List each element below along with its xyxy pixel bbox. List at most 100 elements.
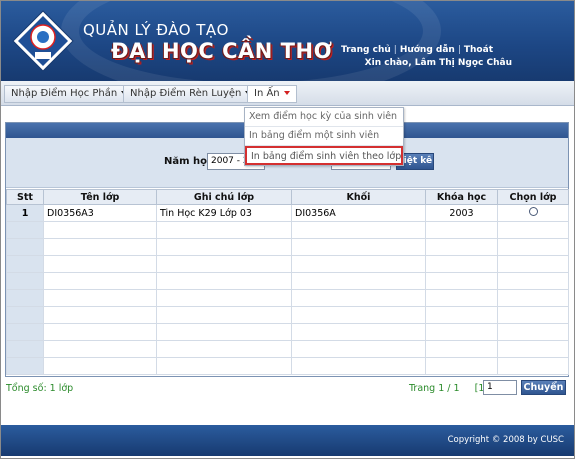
col-select: Chọn lớp [497, 189, 569, 205]
link-logout[interactable]: Thoát [461, 45, 496, 55]
empty-cell [497, 323, 569, 341]
table-header-row: Stt Tên lớp Ghi chú lớp Khối Khóa học Ch… [6, 189, 569, 205]
table-row-empty [6, 255, 569, 273]
pager: Trang 1 / 1 [1] [409, 383, 488, 394]
menu-item-print-student-transcript[interactable]: In bảng điểm một sinh viên [245, 127, 403, 146]
cell-class-name: DI0356A3 [43, 204, 157, 222]
cell-select [497, 204, 569, 222]
empty-cell [425, 323, 498, 341]
empty-cell [425, 306, 498, 324]
empty-cell [156, 340, 292, 358]
empty-cell [156, 289, 292, 307]
empty-cell [43, 289, 157, 307]
empty-cell [291, 272, 426, 290]
empty-cell [43, 221, 157, 239]
col-stt: Stt [6, 189, 44, 205]
col-class-note: Ghi chú lớp [156, 189, 292, 205]
empty-cell [425, 289, 498, 307]
link-help[interactable]: Hướng dẫn [397, 45, 458, 55]
menu-label: In Ấn [254, 88, 280, 99]
table-row-empty [6, 221, 569, 239]
table-row: 1 DI0356A3 Tin Học K29 Lớp 03 DI0356A 20… [6, 204, 569, 222]
site-footer: Copyright © 2008 by CUSC [1, 425, 574, 456]
menu-item-view-semester-grades[interactable]: Xem điểm học kỳ của sinh viên [245, 108, 403, 127]
empty-cell [43, 255, 157, 273]
top-links: Trang chủ | Hướng dẫn | Thoát [338, 45, 496, 55]
go-to-page-button[interactable]: Chuyển [521, 380, 566, 395]
empty-cell [425, 340, 498, 358]
dropdown-arrow-icon [283, 91, 290, 95]
empty-cell [156, 255, 292, 273]
empty-cell [43, 238, 157, 256]
empty-cell [497, 340, 569, 358]
empty-cell [291, 238, 426, 256]
empty-cell [497, 272, 569, 290]
system-subtitle: QUẢN LÝ ĐÀO TẠO [83, 21, 229, 39]
menu-label: Nhập Điểm Học Phần [11, 88, 118, 99]
empty-cell [156, 323, 292, 341]
empty-cell [291, 357, 426, 375]
table-row-empty [6, 289, 569, 307]
page-number-input[interactable]: 1 [483, 380, 517, 395]
link-home[interactable]: Trang chủ [338, 45, 394, 55]
empty-cell [497, 221, 569, 239]
empty-cell [6, 238, 44, 256]
total-count: Tổng số: 1 lớp [6, 383, 74, 394]
empty-cell [156, 238, 292, 256]
empty-cell [497, 238, 569, 256]
col-course-year: Khóa học [425, 189, 498, 205]
menu-print[interactable]: In Ấn [247, 85, 297, 103]
empty-cell [6, 221, 44, 239]
empty-cell [43, 357, 157, 375]
empty-cell [6, 340, 44, 358]
user-greeting: Xin chào, Lâm Thị Ngọc Châu [364, 58, 512, 68]
empty-cell [291, 221, 426, 239]
empty-cell [291, 340, 426, 358]
cell-stt: 1 [6, 204, 44, 222]
empty-cell [497, 255, 569, 273]
select-class-radio[interactable] [528, 207, 538, 216]
table-row-empty [6, 340, 569, 358]
empty-cell [6, 323, 44, 341]
empty-cell [291, 255, 426, 273]
empty-cell [291, 289, 426, 307]
empty-cell [425, 357, 498, 375]
col-class-name: Tên lớp [43, 189, 157, 205]
university-logo-icon [12, 10, 74, 72]
table-row-empty [6, 357, 569, 375]
empty-cell [6, 255, 44, 273]
empty-cell [425, 221, 498, 239]
empty-cell [156, 357, 292, 375]
copyright-text: Copyright © 2008 by CUSC [447, 435, 564, 445]
empty-cell [43, 323, 157, 341]
menu-bar: Nhập Điểm Học Phần Nhập Điểm Rèn Luyện I… [1, 81, 574, 106]
empty-cell [43, 340, 157, 358]
table-row-empty [6, 323, 569, 341]
empty-cell [6, 289, 44, 307]
menu-enter-conduct-grades[interactable]: Nhập Điểm Rèn Luyện [123, 85, 259, 103]
empty-cell [497, 306, 569, 324]
menu-enter-course-grades[interactable]: Nhập Điểm Học Phần [4, 85, 135, 103]
page-info: Trang 1 / 1 [409, 383, 460, 394]
empty-cell [6, 357, 44, 375]
site-header: QUẢN LÝ ĐÀO TẠO ĐẠI HỌC CẦN THƠ Trang ch… [1, 1, 574, 81]
empty-cell [497, 289, 569, 307]
empty-cell [156, 306, 292, 324]
empty-cell [425, 272, 498, 290]
empty-cell [6, 272, 44, 290]
empty-cell [156, 221, 292, 239]
cell-course-year: 2003 [425, 204, 498, 222]
empty-cell [6, 306, 44, 324]
university-title: ĐẠI HỌC CẦN THƠ [111, 39, 333, 63]
empty-cell [425, 255, 498, 273]
menu-item-print-class-transcript[interactable]: In bảng điểm sinh viên theo lớp [245, 146, 403, 165]
empty-cell [43, 306, 157, 324]
empty-cell [43, 272, 157, 290]
class-table: Stt Tên lớp Ghi chú lớp Khối Khóa học Ch… [6, 189, 569, 375]
col-block: Khối [291, 189, 426, 205]
table-row-empty [6, 238, 569, 256]
empty-cell [291, 306, 426, 324]
empty-cell [497, 357, 569, 375]
empty-cell [291, 323, 426, 341]
school-year-label: Năm học [164, 156, 213, 167]
